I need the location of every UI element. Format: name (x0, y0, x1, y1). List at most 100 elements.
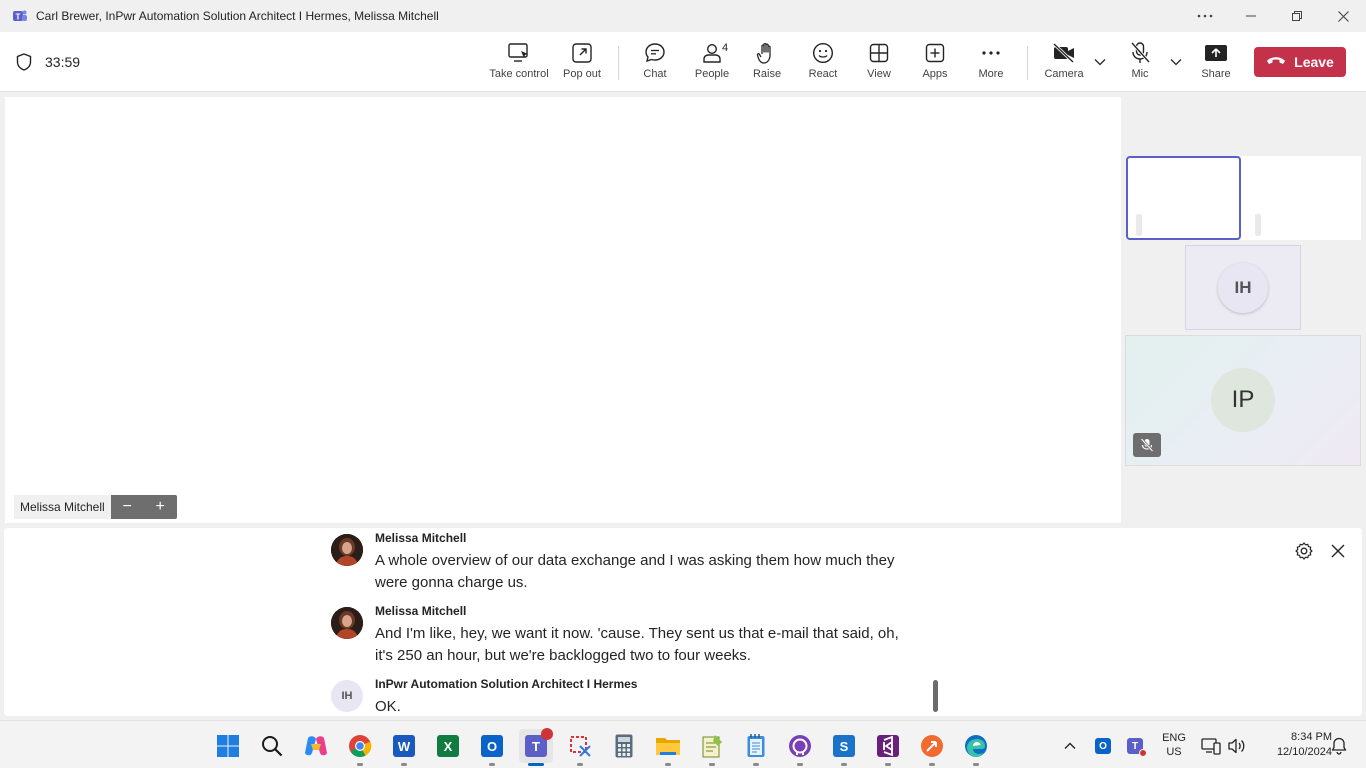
mic-options-chevron-icon[interactable] (1168, 54, 1184, 70)
teams-tray-icon[interactable]: T (1121, 729, 1149, 763)
raise-hand-button[interactable]: Raise (753, 40, 781, 88)
react-label: React (808, 68, 838, 80)
share-button[interactable]: Share (1200, 40, 1232, 88)
show-hidden-icons-chevron-icon[interactable] (1055, 729, 1085, 763)
volume-icon[interactable] (1224, 729, 1250, 763)
more-dots-icon (978, 40, 1004, 66)
camera-label: Camera (1044, 68, 1084, 80)
window-title: Carl Brewer, InPwr Automation Solution A… (36, 9, 439, 23)
network-icon[interactable] (1198, 729, 1224, 763)
notepad-icon[interactable] (739, 729, 773, 766)
running-indicator (665, 763, 671, 766)
close-captions-icon[interactable] (1328, 541, 1348, 561)
notification-bell-icon[interactable] (1326, 729, 1352, 763)
running-indicator (489, 763, 495, 766)
caption-text: And I'm like, hey, we want it now. 'caus… (375, 625, 899, 664)
teams-app-icon: T (12, 8, 28, 24)
tile-indicator (1136, 214, 1142, 236)
running-indicator (401, 763, 407, 766)
edge-icon[interactable] (959, 729, 993, 766)
running-indicator (841, 763, 847, 766)
mic-button[interactable]: Mic (1126, 40, 1154, 88)
shield-icon (14, 52, 34, 72)
participant-tile-ih[interactable]: IH (1185, 245, 1301, 330)
zoom-out-button[interactable]: − (123, 498, 132, 516)
caption-entry: Melissa Mitchell And I'm like, hey, we w… (331, 604, 931, 666)
grid-view-icon (866, 40, 892, 66)
muted-mic-icon (1133, 433, 1161, 457)
caption-speaker: Melissa Mitchell (375, 531, 467, 545)
camera-options-chevron-icon[interactable] (1092, 54, 1108, 70)
language-line1: ENG (1162, 732, 1186, 744)
share-screen-icon (1203, 40, 1229, 66)
participant-tile-ip[interactable]: IP (1125, 335, 1361, 466)
copilot-icon[interactable] (299, 729, 333, 763)
github-desktop-icon[interactable] (783, 729, 817, 766)
zoom-in-button[interactable]: + (156, 498, 165, 516)
calculator-icon[interactable] (607, 729, 641, 763)
outlook-icon[interactable]: O (475, 729, 509, 766)
view-label: View (867, 68, 891, 80)
caption-settings-gear-icon[interactable] (1294, 541, 1314, 561)
svg-text:T: T (16, 13, 21, 22)
more-label: More (978, 68, 1004, 80)
system-clock[interactable]: 8:34 PM 12/10/2024 (1252, 730, 1332, 760)
running-indicator (973, 763, 979, 766)
take-control-label: Take control (489, 68, 549, 80)
caption-speaker: Melissa Mitchell (375, 604, 467, 618)
excel-icon[interactable]: X (431, 729, 465, 763)
chrome-icon[interactable] (343, 729, 377, 766)
sharepoint-icon[interactable]: S (827, 729, 861, 766)
hand-icon (754, 40, 780, 66)
toolbar-divider (1027, 46, 1028, 80)
running-indicator (709, 763, 715, 766)
windows-start-icon[interactable] (211, 729, 245, 763)
view-button[interactable]: View (866, 40, 892, 88)
participant-avatar-ih: IH (1218, 262, 1268, 313)
minimize-icon[interactable] (1228, 0, 1274, 32)
restore-icon[interactable] (1274, 0, 1320, 32)
outlook-tray-icon[interactable]: O (1089, 729, 1117, 763)
leave-button[interactable]: Leave (1254, 47, 1346, 77)
participant-tile-self[interactable] (1126, 156, 1241, 240)
presenter-name: Melissa Mitchell (14, 495, 111, 519)
snipping-tool-icon[interactable] (563, 729, 597, 766)
running-indicator (753, 763, 759, 766)
mic-off-icon (1127, 40, 1153, 66)
apps-button[interactable]: Apps (921, 40, 949, 88)
teams-icon[interactable]: T (519, 728, 553, 766)
meeting-toolbar: 33:59 Take control Pop out Chat 4 People… (0, 32, 1366, 92)
people-button[interactable]: 4 People (694, 40, 730, 88)
notepad-plus-plus-icon[interactable] (695, 729, 729, 766)
speaker-avatar-ih: IH (331, 680, 363, 712)
more-button[interactable]: More (977, 40, 1005, 88)
caption-entry: IH InPwr Automation Solution Architect I… (331, 677, 931, 716)
meeting-timer: 33:59 (14, 52, 80, 72)
clock-time: 8:34 PM (1291, 731, 1332, 743)
participant-tile[interactable] (1241, 156, 1361, 240)
camera-button[interactable]: Camera (1044, 40, 1084, 88)
take-control-icon (506, 40, 532, 66)
swift-icon[interactable] (915, 729, 949, 766)
pop-out-icon (569, 40, 595, 66)
clock-date: 12/10/2024 (1276, 746, 1332, 758)
title-bar: T Carl Brewer, InPwr Automation Solution… (0, 0, 1366, 32)
running-indicator (885, 763, 891, 766)
share-label: Share (1201, 68, 1231, 80)
zoom-controls: − + (110, 495, 177, 519)
pop-out-button[interactable]: Pop out (562, 40, 602, 88)
visual-studio-icon[interactable] (871, 729, 905, 766)
close-icon[interactable] (1320, 0, 1366, 32)
people-count: 4 (722, 42, 729, 54)
take-control-button[interactable]: Take control (489, 40, 549, 88)
captions-scrollbar[interactable] (933, 680, 938, 712)
word-icon[interactable]: W (387, 729, 421, 766)
file-explorer-icon[interactable] (651, 729, 685, 766)
search-icon[interactable] (255, 729, 289, 763)
react-button[interactable]: React (808, 40, 838, 88)
chat-icon (642, 40, 668, 66)
input-language-indicator[interactable]: ENG US (1159, 731, 1189, 759)
more-options-icon[interactable] (1182, 0, 1228, 32)
chat-button[interactable]: Chat (640, 40, 670, 88)
shared-screen-stage[interactable] (5, 97, 1121, 523)
